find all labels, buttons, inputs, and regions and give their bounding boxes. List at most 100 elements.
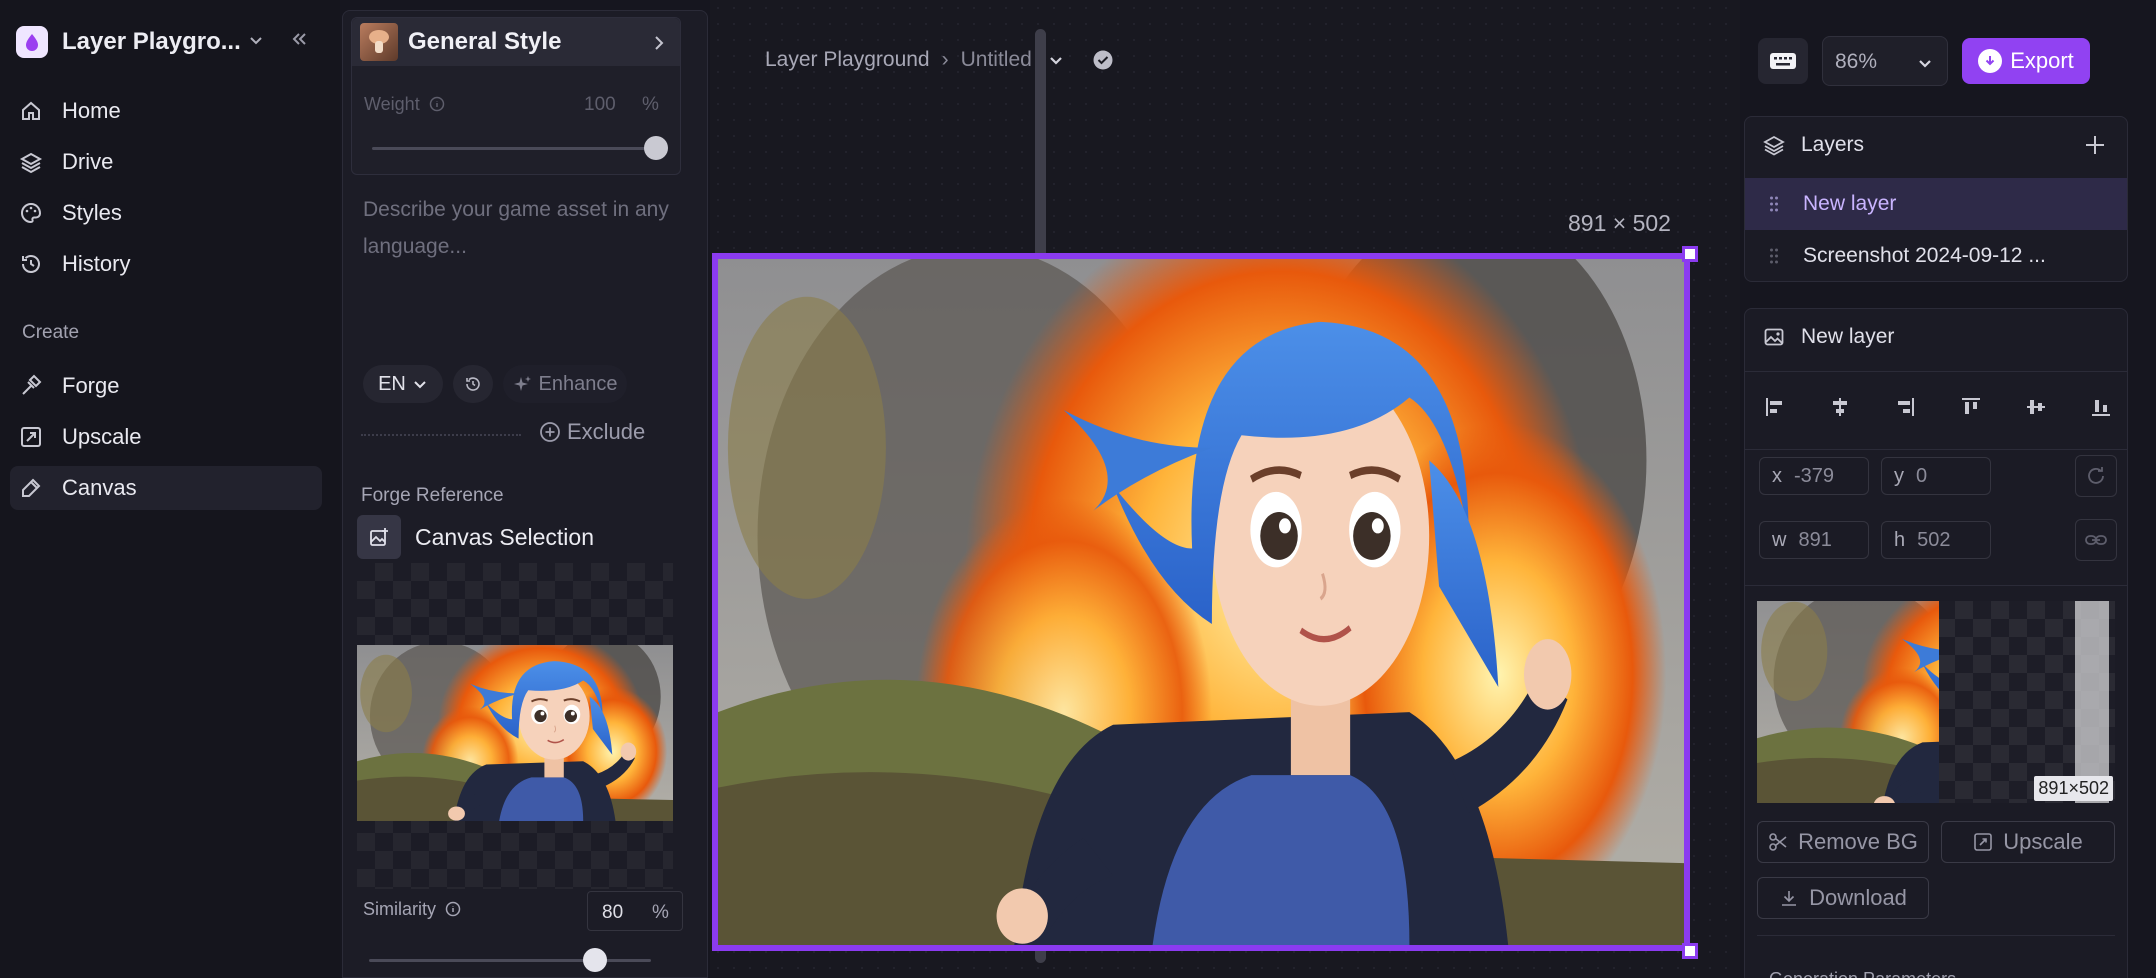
h-label: h — [1894, 528, 1906, 551]
y-label: y — [1894, 464, 1904, 487]
chevron-down-icon[interactable] — [246, 30, 266, 50]
home-icon — [18, 98, 44, 124]
layer-dimensions: 891 × 502 — [1568, 210, 1671, 236]
layer-item[interactable]: Screenshot 2024-09-12 ... — [1745, 230, 2127, 282]
breadcrumb-file[interactable]: Untitled — [961, 48, 1032, 72]
similarity-value: 80 — [602, 902, 624, 923]
history-icon — [18, 251, 44, 277]
export-label: Export — [2010, 48, 2074, 73]
download-icon — [1779, 888, 1799, 908]
x-input[interactable]: x -379 — [1759, 457, 1869, 495]
nav-canvas[interactable]: Canvas — [10, 466, 322, 510]
align-left-icon[interactable] — [1763, 395, 1787, 419]
layer-name: Screenshot 2024-09-12 ... — [1803, 244, 2046, 267]
weight-value[interactable]: 100 — [584, 94, 616, 116]
saved-check-icon — [1092, 49, 1114, 71]
forge-panel: General Style Weight 100 % Describe your… — [342, 10, 1046, 978]
reference-preview[interactable] — [357, 563, 673, 889]
reference-source[interactable]: Canvas Selection — [357, 515, 594, 559]
nav-drive-label: Drive — [62, 149, 114, 174]
x-label: x — [1772, 464, 1782, 487]
download-button[interactable]: Download — [1757, 877, 1929, 919]
upscale-button[interactable]: Upscale — [1941, 821, 2115, 863]
align-right-icon[interactable] — [1893, 395, 1917, 419]
align-top-icon[interactable] — [1959, 395, 1983, 419]
weight-slider-track[interactable] — [372, 147, 656, 150]
workspace-switcher[interactable]: Layer Playgro... — [16, 22, 241, 62]
nav-forge[interactable]: Forge — [10, 364, 322, 408]
breadcrumb-separator: › — [941, 48, 949, 71]
exclude-button[interactable]: Exclude — [539, 419, 645, 445]
download-label: Download — [1809, 885, 1907, 910]
y-value: 0 — [1916, 464, 1928, 487]
align-bottom-icon[interactable] — [2089, 395, 2113, 419]
workspace-name: Layer Playgro... — [62, 28, 241, 55]
similarity-input[interactable]: 80 % — [587, 891, 683, 931]
language-select[interactable]: EN — [363, 365, 443, 403]
plus-circle-icon — [539, 421, 561, 443]
layers-header: Layers — [1763, 133, 1864, 157]
similarity-slider-track[interactable] — [369, 959, 651, 962]
workspace-logo-icon — [16, 26, 48, 58]
chevron-down-icon[interactable] — [1046, 50, 1066, 70]
drag-handle-icon[interactable] — [1769, 195, 1779, 213]
chevron-right-icon — [650, 34, 668, 52]
properties-title: New layer — [1801, 325, 1895, 348]
generation-parameters-toggle[interactable]: Generation Parameters — [1769, 969, 1956, 978]
remove-bg-button[interactable]: Remove BG — [1757, 821, 1929, 863]
sparkle-icon — [513, 374, 533, 394]
chevron-down-icon — [412, 376, 428, 392]
w-label: w — [1772, 528, 1787, 551]
lock-aspect-button[interactable] — [2075, 519, 2117, 561]
rotate-button[interactable] — [2075, 455, 2117, 497]
width-input[interactable]: w 891 — [1759, 521, 1869, 559]
upscale-icon — [18, 424, 44, 450]
nav-home[interactable]: Home — [10, 89, 322, 133]
restore-prompt-button[interactable] — [453, 365, 493, 403]
h-value: 502 — [1917, 528, 1951, 551]
drag-handle-icon[interactable] — [1769, 247, 1779, 265]
hammer-icon — [18, 373, 44, 399]
upscale-icon — [1973, 832, 1993, 852]
nav-styles[interactable]: Styles — [10, 191, 322, 235]
export-button[interactable]: Export — [1962, 38, 2090, 84]
exclude-label: Exclude — [567, 419, 646, 444]
zoom-select[interactable]: 86% — [1822, 36, 1948, 86]
enhance-button[interactable]: Enhance — [503, 365, 627, 403]
weight-label: Weight — [364, 94, 420, 114]
prompt-input[interactable]: Describe your game asset in any language… — [363, 191, 673, 265]
height-input[interactable]: h 502 — [1881, 521, 1991, 559]
nav-drive[interactable]: Drive — [10, 140, 322, 184]
similarity-unit: % — [652, 902, 669, 923]
upscale-label: Upscale — [2003, 829, 2083, 854]
resize-handle-top-right[interactable] — [1682, 246, 1698, 262]
w-value: 891 — [1798, 528, 1832, 551]
collapse-sidebar-icon[interactable] — [288, 28, 310, 50]
nav-home-label: Home — [62, 98, 121, 123]
align-middle-vertical-icon[interactable] — [2024, 395, 2048, 419]
alignment-toolbar — [1763, 395, 2113, 419]
weight-slider-handle[interactable] — [644, 136, 668, 160]
create-section-label: Create — [22, 322, 80, 343]
nav-history[interactable]: History — [10, 242, 322, 286]
add-layer-button[interactable] — [2083, 133, 2107, 157]
breadcrumb: Layer Playground › Untitled — [765, 48, 1114, 72]
layer-name: New layer — [1803, 192, 1897, 215]
divider — [1745, 585, 2127, 586]
info-icon — [445, 901, 461, 917]
similarity-label: Similarity — [363, 899, 437, 919]
similarity-slider-handle[interactable] — [582, 948, 607, 972]
layer-thumbnail[interactable]: 891×502 — [1757, 601, 2115, 803]
exclude-row: Exclude — [361, 419, 681, 449]
layer-item[interactable]: New layer — [1745, 178, 2127, 230]
layer-image — [718, 259, 1684, 945]
link-icon — [2084, 528, 2108, 552]
breadcrumb-project[interactable]: Layer Playground — [765, 48, 930, 72]
align-center-horizontal-icon[interactable] — [1828, 395, 1852, 419]
keyboard-shortcuts-button[interactable] — [1758, 38, 1808, 84]
style-selector[interactable]: General Style — [352, 18, 680, 66]
nav-upscale[interactable]: Upscale — [10, 415, 322, 459]
resize-handle-bottom-right[interactable] — [1682, 943, 1698, 959]
y-input[interactable]: y 0 — [1881, 457, 1991, 495]
canvas-layer[interactable] — [712, 253, 1690, 951]
